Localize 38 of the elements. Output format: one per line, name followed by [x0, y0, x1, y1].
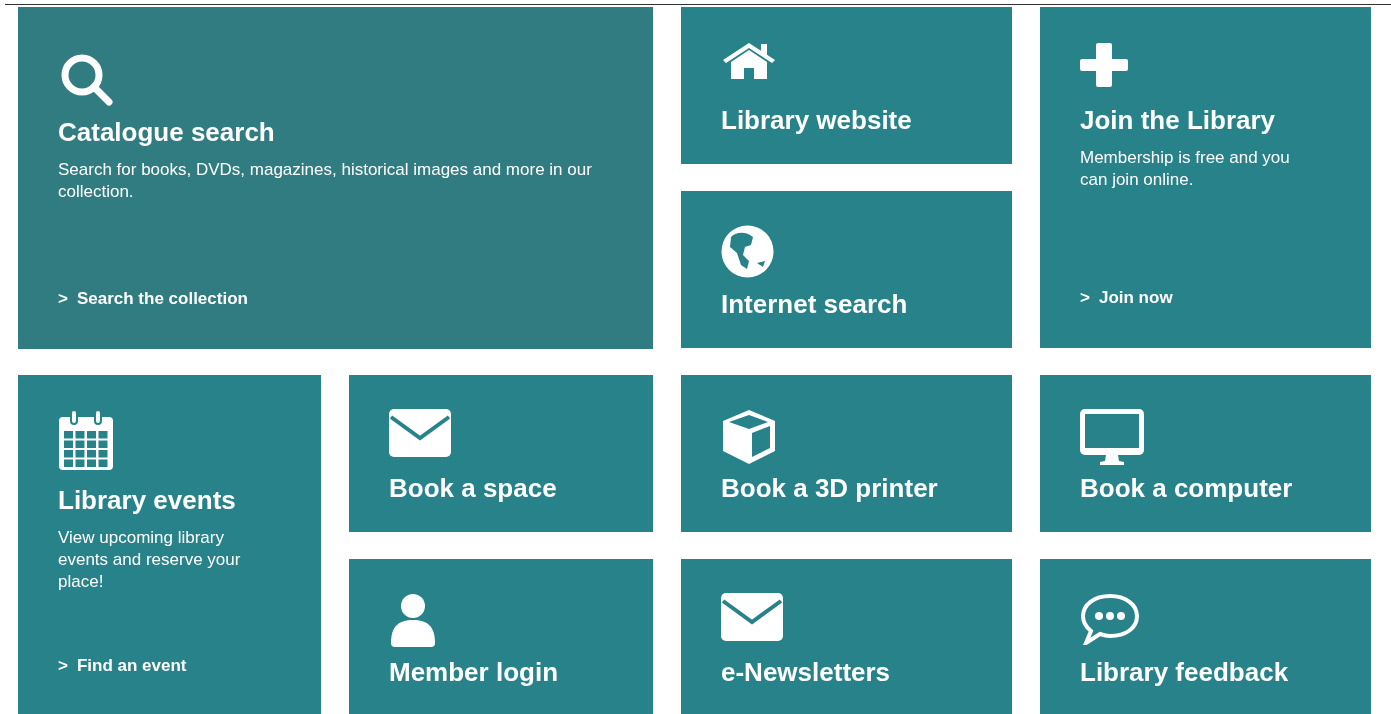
plus-icon [1080, 41, 1128, 89]
tile-title: Internet search [721, 289, 908, 319]
tile-card[interactable]: Book a computer [1040, 375, 1371, 532]
tile-title: e-Newsletters [721, 657, 891, 687]
tile-card[interactable]: e-Newsletters [681, 559, 1012, 714]
tile-title: Library events [58, 485, 236, 515]
tile-title: Book a 3D printer [721, 473, 938, 503]
tile-title: Library website [721, 105, 912, 135]
globe-icon [721, 225, 774, 278]
tile-link[interactable]: > Find an event [58, 656, 187, 676]
tile-description: Membership is free and you can join online. [1080, 147, 1291, 191]
tile-card[interactable]: Library website [681, 7, 1012, 164]
tile-title: Library feedback [1080, 657, 1289, 687]
cube-icon [721, 409, 777, 465]
tile-description: Search for books, DVDs, magazines, historical images and more in our collection. [58, 159, 593, 203]
tile-title: Book a computer [1080, 473, 1293, 503]
tile-title: Member login [389, 657, 558, 687]
tile-card[interactable]: Member login [349, 559, 653, 714]
tile-card[interactable]: Internet search [681, 191, 1012, 348]
tile-title: Catalogue search [58, 117, 275, 147]
calendar-icon [58, 409, 114, 471]
tile-card[interactable]: Library feedback [1040, 559, 1371, 714]
tile-link[interactable]: > Search the collection [58, 289, 248, 309]
tile-card[interactable]: Library events View upcoming library events and reserve your place! > Find an event [18, 375, 321, 714]
tile-card[interactable]: Book a space [349, 375, 653, 532]
tile-card[interactable]: Join the Library Membership is free and you can join online. > Join now [1040, 7, 1371, 348]
speech-bubble-icon [1080, 593, 1140, 645]
monitor-icon [1080, 409, 1144, 465]
tile-link[interactable]: > Join now [1080, 288, 1173, 308]
person-icon [389, 593, 437, 647]
envelope-icon [389, 409, 451, 457]
tile-card[interactable]: Catalogue search Search for books, DVDs, magazines, historical images and more in our collection. > Search the collection [18, 7, 653, 349]
tile-description: View upcoming library events and reserve your place! [58, 527, 242, 593]
tile-card[interactable]: Book a 3D printer [681, 375, 1012, 532]
envelope-icon [721, 593, 783, 641]
house-icon [721, 41, 777, 79]
tile-title: Book a space [389, 473, 557, 503]
tile-title: Join the Library [1080, 105, 1276, 135]
